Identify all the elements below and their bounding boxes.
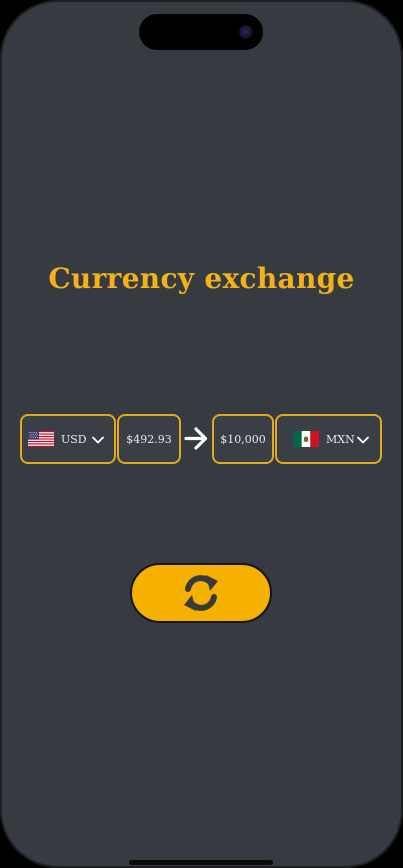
camera-icon bbox=[239, 25, 253, 39]
refresh-icon bbox=[184, 575, 218, 611]
chevron-down-icon bbox=[92, 436, 104, 444]
from-currency-code: USD bbox=[61, 432, 87, 446]
from-amount-field[interactable]: $492.93 bbox=[117, 414, 181, 464]
from-currency-select[interactable]: USD bbox=[20, 414, 116, 464]
home-indicator[interactable] bbox=[129, 860, 273, 865]
app-screen: Currency exchange USD $492.93 $10,000 MX… bbox=[0, 0, 403, 868]
us-flag-icon bbox=[28, 431, 54, 447]
arrow-right-icon bbox=[184, 427, 208, 450]
to-currency-code: MXN bbox=[326, 432, 355, 446]
from-amount-value: $492.93 bbox=[126, 432, 172, 446]
dynamic-island bbox=[139, 14, 263, 50]
chevron-down-icon bbox=[357, 436, 369, 444]
phone-frame: Currency exchange USD $492.93 $10,000 MX… bbox=[0, 0, 403, 868]
mexico-flag-icon bbox=[293, 431, 319, 447]
page-title: Currency exchange bbox=[48, 262, 355, 295]
to-currency-select[interactable]: MXN bbox=[275, 414, 382, 464]
to-amount-field[interactable]: $10,000 bbox=[212, 414, 274, 464]
to-amount-value: $10,000 bbox=[220, 432, 266, 446]
refresh-button[interactable] bbox=[130, 563, 272, 623]
